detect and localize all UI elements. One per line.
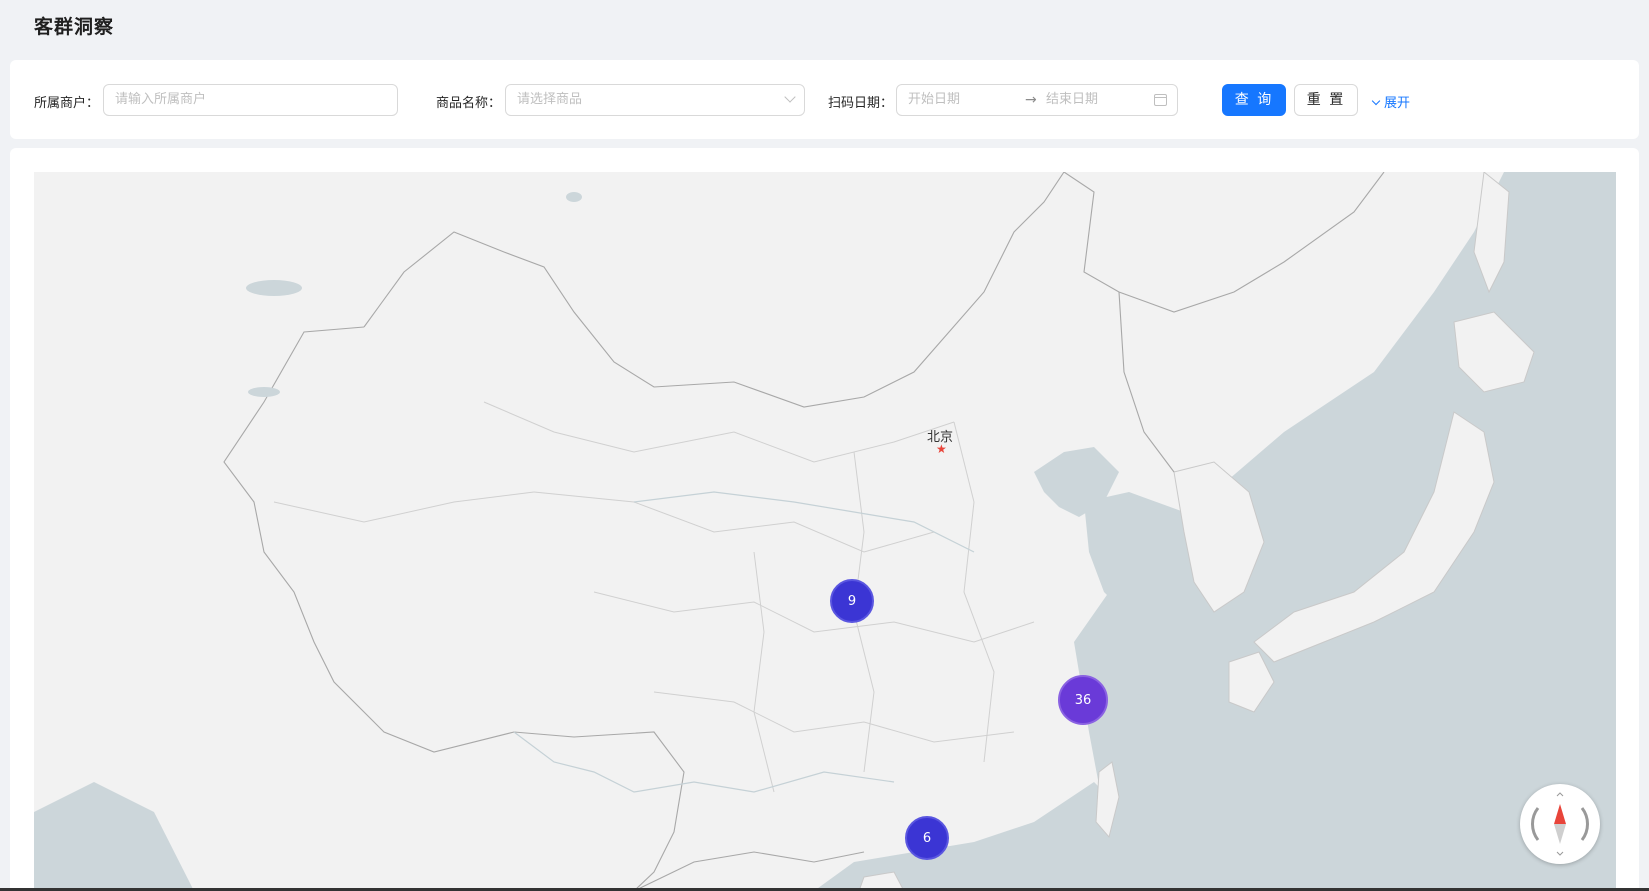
product-select-placeholder: 请选择商品: [517, 92, 583, 107]
merchant-input-wrapper[interactable]: [103, 84, 398, 116]
filter-panel: 所属商户： 商品名称： 请选择商品 扫码日期： 开始日期 → 结束日期 查 询 …: [10, 60, 1639, 139]
capital-star-icon: ★: [936, 442, 947, 456]
calendar-icon: [1154, 94, 1167, 106]
product-label: 商品名称：: [436, 96, 502, 111]
cluster-marker[interactable]: 6: [905, 816, 949, 860]
province-line: [653, 691, 1015, 743]
province-line: [953, 421, 995, 763]
province-line: [483, 401, 955, 463]
south-west-sea: [34, 782, 194, 891]
lake: [566, 192, 582, 202]
date-end-input[interactable]: 结束日期: [1046, 85, 1098, 115]
province-line: [593, 591, 1035, 643]
page-title: 客群洞察: [34, 16, 115, 38]
cluster-marker[interactable]: 36: [1058, 675, 1108, 725]
product-select[interactable]: 请选择商品: [505, 84, 805, 116]
query-button[interactable]: 查 询: [1222, 84, 1286, 116]
date-start-input[interactable]: 开始日期: [908, 85, 960, 115]
date-range-picker[interactable]: 开始日期 → 结束日期: [896, 84, 1178, 116]
reset-button[interactable]: 重 置: [1294, 84, 1358, 116]
map-base-layer: [34, 172, 1616, 891]
expand-label: 展开: [1384, 96, 1411, 111]
province-line: [753, 551, 775, 793]
south-sea: [814, 782, 1144, 891]
chevron-down-icon: [1371, 96, 1381, 106]
date-range-separator: →: [1025, 92, 1037, 108]
river: [513, 731, 895, 793]
date-label: 扫码日期：: [828, 96, 894, 111]
china-map[interactable]: 北京 ★ 9 36 6: [34, 172, 1616, 891]
west-border: [223, 326, 685, 891]
expand-link[interactable]: 展开: [1371, 92, 1411, 111]
compass-control[interactable]: [1520, 784, 1600, 864]
river: [633, 491, 975, 553]
merchant-label: 所属商户：: [34, 96, 100, 111]
merchant-input[interactable]: [115, 85, 386, 114]
lake: [1213, 646, 1225, 658]
northeast-border: [1118, 291, 1175, 473]
province-line: [533, 491, 935, 553]
lake: [246, 280, 302, 296]
cluster-marker[interactable]: 9: [830, 579, 874, 623]
province-line: [273, 491, 535, 523]
compass-icon: [1531, 792, 1589, 856]
russia-border: [1063, 172, 1385, 313]
chevron-down-icon: [784, 91, 796, 103]
lake: [248, 387, 280, 397]
mongolia-border: [363, 172, 1065, 408]
